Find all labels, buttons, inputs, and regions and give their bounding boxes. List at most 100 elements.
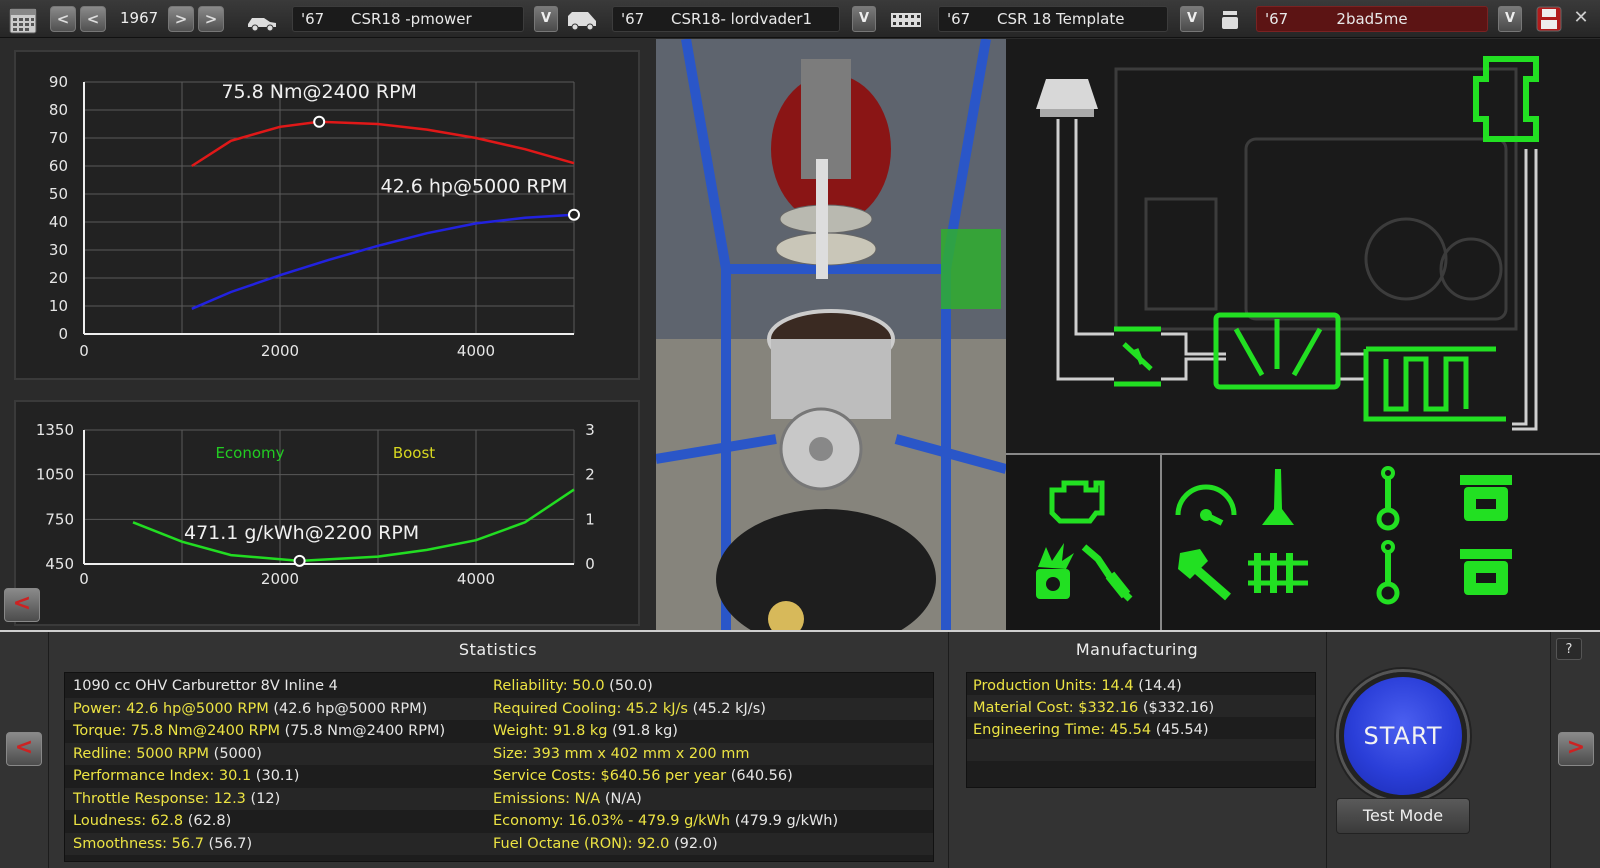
stat-row: Economy: 16.03% - 479.9 g/kWh (479.9 g/k… [493, 810, 838, 832]
stat-row: Weight: 91.8 kg (91.8 kg) [493, 720, 678, 742]
car-model-field[interactable]: '67 CSR18 -pmower [292, 6, 524, 32]
stat-label: Required Cooling: 45.2 kJ/s [493, 700, 688, 717]
stat-label: Smoothness: 56.7 [73, 835, 204, 852]
chassis-year: '67 [947, 10, 971, 28]
calendar-icon[interactable] [8, 5, 38, 35]
trim-dropdown-button[interactable]: V [852, 6, 876, 32]
camshaft-part-icon[interactable] [1242, 539, 1314, 605]
crank-part-icon[interactable] [1352, 539, 1424, 605]
stat-row: Size: 393 mm x 402 mm x 200 mm [493, 743, 749, 765]
torque-power-chart-panel: 0 10 20 30 40 50 60 70 80 90 0 2000 4000 75.8 Nm@2400… [14, 50, 640, 380]
y-tick-label: 80 [49, 101, 68, 119]
engine-block-part-icon[interactable] [1042, 465, 1114, 531]
air-filter-icon [1036, 79, 1098, 117]
manufacturing-value: (14.4) [1133, 678, 1182, 694]
economy-chart-panel: 450 750 1050 1350 0 1 2 3 0 2000 4000 Economy Boost 4… [14, 400, 640, 626]
stat-label: Economy: 16.03% - 479.9 g/kWh [493, 813, 731, 829]
economy-annotation: 471.1 g/kWh@2200 RPM [184, 522, 419, 544]
stat-value: (N/A) [600, 790, 642, 807]
bottom-divider-right [1326, 632, 1327, 868]
stat-row: Redline: 5000 RPM (5000) [73, 743, 262, 765]
engine-block-icon [1222, 11, 1238, 29]
year-prev-fast-button[interactable]: < [50, 6, 76, 32]
y2-tick-label: 0 [585, 555, 595, 573]
y-tick-label: 60 [49, 157, 68, 175]
manufacturing-value: ($332.16) [1138, 700, 1215, 716]
exhaust-manifold-icon [1363, 346, 1506, 422]
car-model-year: '67 [301, 10, 325, 28]
stat-row: Torque: 75.8 Nm@2400 RPM (75.8 Nm@2400 R… [73, 720, 445, 742]
trim-field[interactable]: '67 CSR18- lordvader1 [612, 6, 840, 32]
stat-value: (92.0) [669, 835, 718, 852]
year-next-fast-button[interactable]: > [198, 6, 224, 32]
chassis-icon [891, 13, 921, 27]
x-tick-label: 0 [79, 570, 89, 588]
y-tick-label: 30 [49, 241, 68, 259]
bottom-prev-button[interactable]: < [6, 732, 42, 766]
bottom-next-button[interactable]: > [1558, 732, 1594, 766]
spark-plug-part-icon[interactable] [1074, 539, 1146, 605]
stat-row: Smoothness: 56.7 (56.7) [73, 833, 252, 855]
engine-field[interactable]: '67 2bad5me [1256, 6, 1488, 32]
chassis-dropdown-button[interactable]: V [1180, 6, 1204, 32]
piston-part-icon[interactable] [1450, 465, 1522, 531]
stat-label: Service Costs: $640.56 per year [493, 768, 727, 784]
part-selector-grid [1006, 453, 1600, 630]
stat-row: 1090 cc OHV Carburettor 8V Inline 4 [73, 675, 338, 697]
manufacturing-list: Production Units: 14.4 (14.4) Material Co… [966, 672, 1316, 788]
chassis-field[interactable]: '67 CSR 18 Template [938, 6, 1168, 32]
stat-value: (479.9 g/kWh) [730, 813, 839, 829]
help-button[interactable]: ? [1556, 638, 1582, 660]
economy-min-marker [293, 554, 306, 567]
tools-part-icon[interactable] [1170, 539, 1242, 605]
intake-manifold-icon [1213, 312, 1341, 390]
engine-3d-view[interactable] [656, 39, 1006, 630]
y2-tick-label: 3 [585, 421, 595, 439]
peak-annotation: 75.8 Nm@2400 RPM [221, 81, 417, 103]
statistics-list: 1090 cc OHV Carburettor 8V Inline 4 Power… [64, 672, 934, 862]
stat-label: Performance Index: 30.1 [73, 768, 252, 784]
stat-value: (56.7) [203, 835, 253, 852]
x-tick-label: 2000 [261, 342, 299, 360]
y-tick-label: 1050 [36, 466, 74, 484]
piston-head-part-icon[interactable] [1450, 539, 1522, 605]
y-tick-label: 40 [49, 213, 68, 231]
stat-row: Power: 42.6 hp@5000 RPM (42.6 hp@5000 RP… [73, 698, 427, 720]
chart-prev-button[interactable]: < [4, 588, 40, 622]
torque-power-chart: 0 10 20 30 40 50 60 70 80 90 0 2000 4000 75.8 Nm@2400… [49, 73, 580, 360]
peak-marker [568, 208, 580, 221]
test-mode-button[interactable]: Test Mode [1336, 798, 1470, 834]
start-button[interactable]: START [1339, 672, 1467, 800]
stat-value: (12) [245, 790, 281, 807]
manufacturing-label: Production Units: 14.4 [973, 678, 1134, 694]
stat-label: Redline: 5000 RPM [73, 745, 210, 762]
engine-designer-window: < < 1967 > > '67 CSR18 -pmower V '67 CSR… [0, 0, 1600, 868]
stat-row: Emissions: N/A (N/A) [493, 788, 642, 810]
van-icon [568, 12, 596, 31]
stat-label: Torque: 75.8 Nm@2400 RPM [73, 723, 280, 739]
manufacturing-value: (45.54) [1151, 722, 1209, 738]
stat-label: Power: 42.6 hp@5000 RPM [73, 700, 269, 717]
valve-part-icon[interactable] [1242, 465, 1314, 531]
gauge-part-icon[interactable] [1170, 465, 1242, 531]
conrod-part-icon[interactable] [1352, 465, 1424, 531]
year-prev-button[interactable]: < [80, 6, 106, 32]
car-model-dropdown-button[interactable]: V [534, 6, 558, 32]
manufacturing-row: Production Units: 14.4 (14.4) [973, 675, 1182, 697]
car-icon [248, 18, 276, 32]
close-button[interactable]: ✕ [1568, 6, 1594, 32]
x-tick-label: 4000 [457, 342, 495, 360]
stat-row: Fuel Octane (RON): 92.0 (92.0) [493, 833, 718, 855]
part-grid-divider [1160, 455, 1162, 630]
year-next-button[interactable]: > [168, 6, 194, 32]
year-display: 1967 [120, 9, 159, 27]
save-icon[interactable] [1536, 6, 1562, 32]
stat-row: Performance Index: 30.1 (30.1) [73, 765, 299, 787]
engine-dropdown-button[interactable]: V [1498, 6, 1522, 32]
manufacturing-row: Engineering Time: 45.54 (45.54) [973, 719, 1209, 741]
trim-year: '67 [621, 10, 645, 28]
y2-tick-label: 2 [585, 466, 595, 484]
x-tick-label: 2000 [261, 570, 299, 588]
stat-value: (30.1) [251, 768, 300, 784]
manufacturing-row: Material Cost: $332.16 ($332.16) [973, 697, 1214, 719]
